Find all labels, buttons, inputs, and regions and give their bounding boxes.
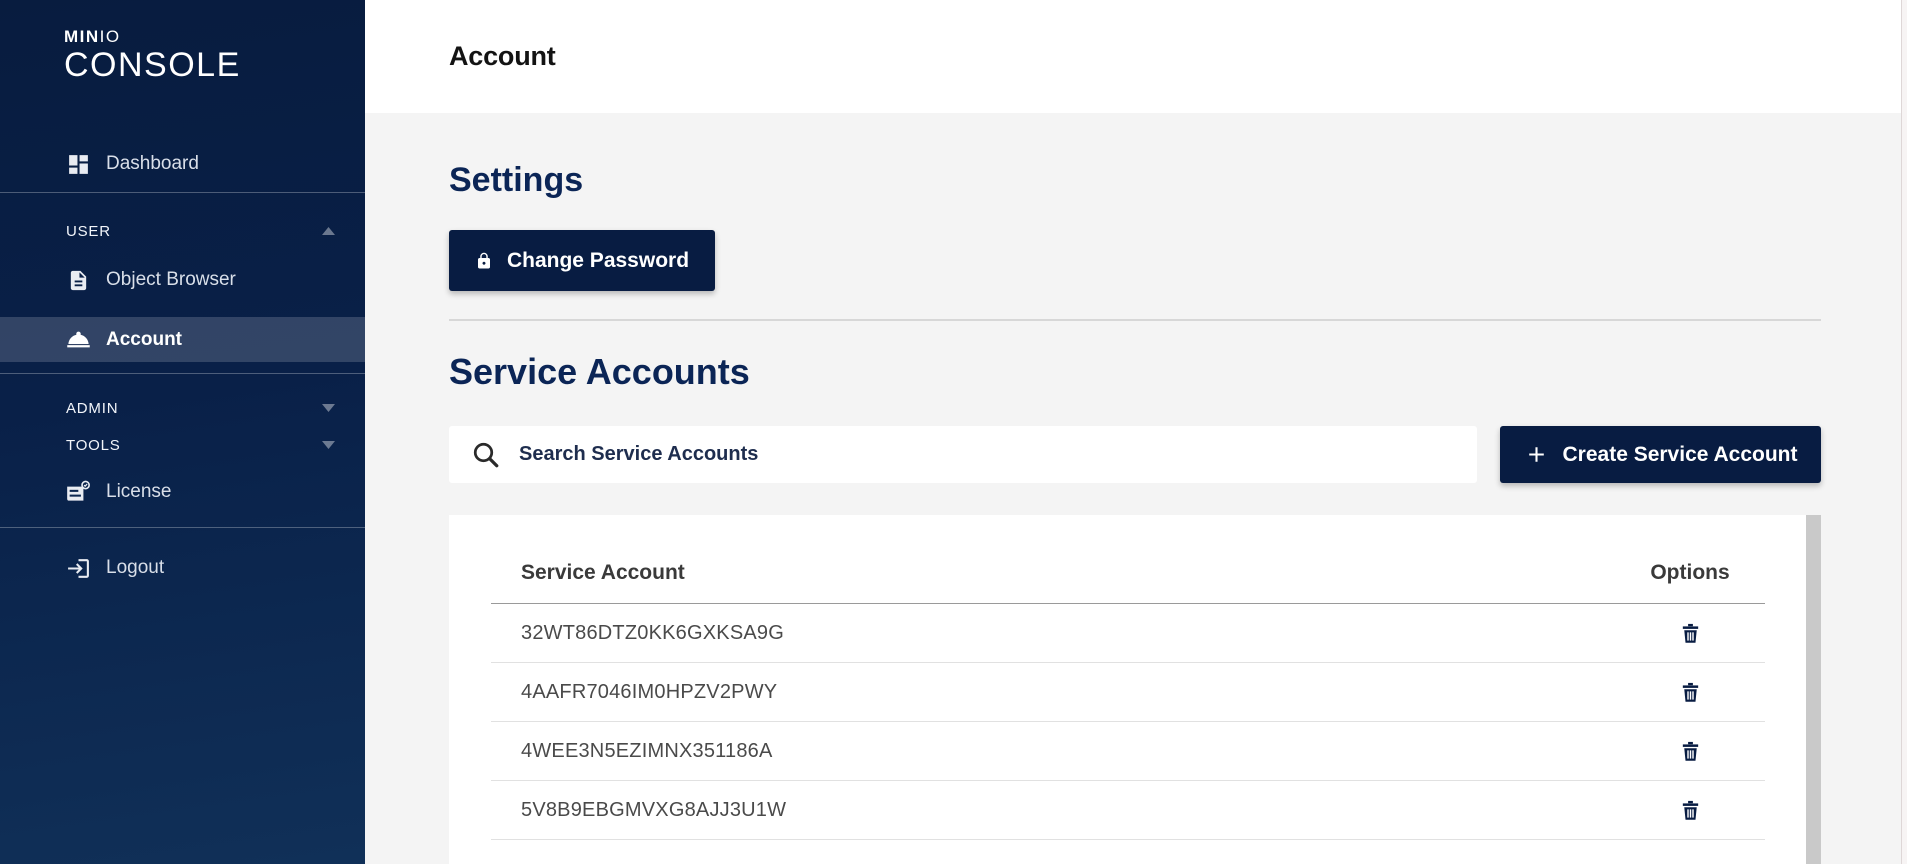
sidebar-item-label: License xyxy=(106,481,172,503)
sidebar-item-logout[interactable]: Logout xyxy=(0,543,365,593)
service-accounts-table-card: Service Account Options 32WT86DTZ0KK6GXK… xyxy=(449,515,1821,864)
table-row: 32WT86DTZ0KK6GXKSA9G xyxy=(491,604,1765,663)
page-title: Account xyxy=(449,41,556,72)
table-header-row: Service Account Options xyxy=(491,515,1765,604)
delete-service-account-button[interactable] xyxy=(1675,677,1706,708)
search-input[interactable] xyxy=(519,426,1457,483)
sidebar-item-label: Account xyxy=(106,329,182,351)
bell-icon xyxy=(64,326,92,353)
trash-icon xyxy=(1679,622,1702,645)
logo-min: MIN xyxy=(64,27,100,46)
chevron-down-icon xyxy=(322,404,335,412)
chevron-up-icon xyxy=(322,227,335,235)
table-scrollbar-thumb[interactable] xyxy=(1806,515,1821,864)
service-account-id: 5V8B9EBGMVXG8AJJ3U1W xyxy=(491,799,1615,822)
sidebar-item-object-browser[interactable]: Object Browser xyxy=(0,255,365,305)
trash-icon xyxy=(1679,681,1702,704)
sidebar-item-label: Object Browser xyxy=(106,269,236,291)
service-account-id: 32WT86DTZ0KK6GXKSA9G xyxy=(491,622,1615,645)
table-row: 4WEE3N5EZIMNX351186A xyxy=(491,722,1765,781)
table-row: 5V8B9EBGMVXG8AJJ3U1W xyxy=(491,781,1765,840)
change-password-button[interactable]: Change Password xyxy=(449,230,715,291)
section-divider xyxy=(449,319,1821,321)
create-service-account-button[interactable]: Create Service Account xyxy=(1500,426,1821,483)
table-row: 4AAFR7046IM0HPZV2PWY xyxy=(491,663,1765,722)
sidebar-divider xyxy=(0,527,365,528)
section-label: ADMIN xyxy=(66,400,118,417)
search-icon xyxy=(471,440,501,470)
sidebar-section-user[interactable]: USER xyxy=(0,214,365,248)
column-header-options: Options xyxy=(1615,561,1765,585)
trash-icon xyxy=(1679,799,1702,822)
main-area: Account Settings Change Password Service… xyxy=(365,0,1907,864)
sidebar-item-dashboard[interactable]: Dashboard xyxy=(0,139,365,189)
trash-icon xyxy=(1679,740,1702,763)
service-account-id: 4WEE3N5EZIMNX351186A xyxy=(491,740,1615,763)
delete-service-account-button[interactable] xyxy=(1675,795,1706,826)
service-account-id: 4AAFR7046IM0HPZV2PWY xyxy=(491,681,1615,704)
search-row: Create Service Account xyxy=(449,426,1821,483)
sidebar-item-label: Logout xyxy=(106,557,164,579)
logo-console: CONSOLE xyxy=(64,48,241,82)
sidebar-section-tools[interactable]: TOOLS xyxy=(0,428,365,462)
search-box xyxy=(449,426,1477,483)
document-icon xyxy=(64,269,92,292)
chevron-down-icon xyxy=(322,441,335,449)
sidebar-section-admin[interactable]: ADMIN xyxy=(0,391,365,425)
dashboard-icon xyxy=(64,152,92,177)
sidebar-item-license[interactable]: License xyxy=(0,467,365,517)
sidebar-divider xyxy=(0,192,365,193)
content-area: Settings Change Password Service Account… xyxy=(365,113,1907,864)
service-accounts-heading: Service Accounts xyxy=(449,351,1821,393)
page-scrollbar[interactable] xyxy=(1901,0,1907,864)
logout-icon xyxy=(64,556,92,581)
create-service-account-label: Create Service Account xyxy=(1563,443,1798,467)
section-label: TOOLS xyxy=(66,437,121,454)
delete-service-account-button[interactable] xyxy=(1675,618,1706,649)
license-icon xyxy=(64,479,92,505)
plus-icon xyxy=(1524,442,1549,467)
settings-heading: Settings xyxy=(449,161,1821,200)
minio-console-logo: MINIO CONSOLE xyxy=(64,28,241,82)
lock-icon xyxy=(475,252,493,270)
sidebar-item-account[interactable]: Account xyxy=(0,317,365,362)
change-password-label: Change Password xyxy=(507,249,689,273)
service-accounts-table: Service Account Options 32WT86DTZ0KK6GXK… xyxy=(449,515,1806,864)
sidebar-item-label: Dashboard xyxy=(106,153,199,175)
logo-io: IO xyxy=(100,27,121,46)
column-header-service-account: Service Account xyxy=(491,561,1615,585)
page-header: Account xyxy=(365,0,1907,113)
delete-service-account-button[interactable] xyxy=(1675,736,1706,767)
section-label: USER xyxy=(66,223,111,240)
sidebar: MINIO CONSOLE Dashboard USER Object Brow… xyxy=(0,0,365,864)
sidebar-divider xyxy=(0,373,365,374)
